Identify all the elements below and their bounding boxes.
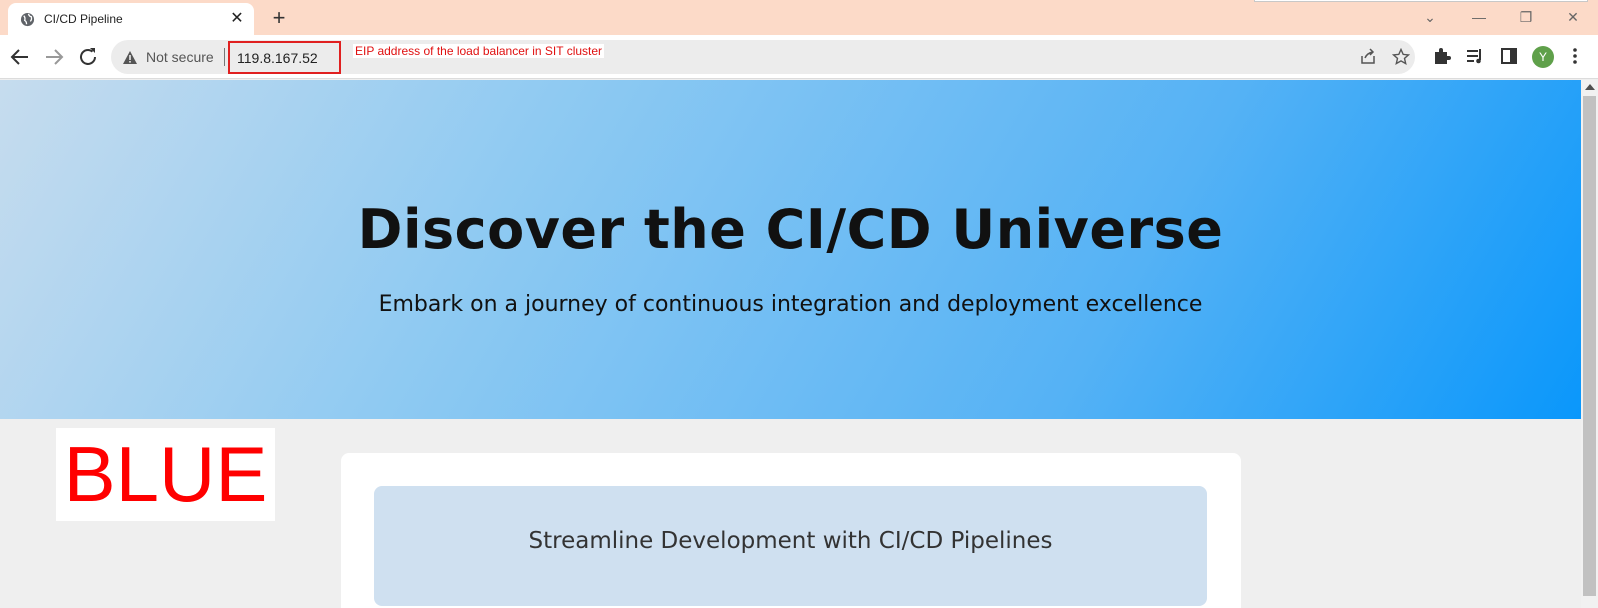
share-icon[interactable] — [1359, 48, 1377, 66]
tab-close-icon[interactable]: ✕ — [228, 10, 246, 28]
vertical-scrollbar[interactable] — [1581, 80, 1598, 608]
content-card: Streamline Development with CI/CD Pipeli… — [341, 453, 1241, 608]
url-annotation: EIP address of the load balancer in SIT … — [353, 44, 605, 58]
profile-avatar[interactable]: Y — [1532, 46, 1554, 68]
media-queue-icon[interactable] — [1465, 46, 1485, 66]
browser-tab[interactable]: CI/CD Pipeline ✕ — [8, 3, 254, 35]
url-text[interactable]: 119.8.167.52 — [237, 50, 318, 66]
globe-icon — [20, 12, 35, 27]
card-title: Streamline Development with CI/CD Pipeli… — [528, 528, 1053, 554]
bookmark-star-icon[interactable] — [1392, 48, 1410, 66]
hero-subtitle: Embark on a journey of continuous integr… — [378, 292, 1203, 317]
address-bar[interactable]: Not secure 119.8.167.52 EIP address of t… — [111, 40, 1415, 74]
new-tab-button[interactable]: + — [266, 6, 292, 32]
tab-search-button[interactable]: ⌄ — [1407, 4, 1453, 30]
url-highlight-box[interactable]: 119.8.167.52 — [228, 41, 341, 74]
restore-button[interactable]: ❐ — [1503, 4, 1549, 30]
kebab-menu-icon[interactable] — [1565, 46, 1585, 66]
tab-strip: CI/CD Pipeline ✕ + ⌄ — ❐ ✕ — [0, 0, 1598, 35]
version-label: BLUE — [56, 428, 275, 521]
warning-icon — [123, 51, 137, 64]
hero-title: Discover the CI/CD Universe — [357, 198, 1224, 261]
tab-title: CI/CD Pipeline — [44, 12, 123, 26]
side-panel-icon[interactable] — [1499, 46, 1519, 66]
hero-banner: Discover the CI/CD Universe Embark on a … — [0, 80, 1581, 419]
page-viewport: Discover the CI/CD Universe Embark on a … — [0, 80, 1581, 608]
forward-arrow-icon[interactable] — [42, 45, 66, 69]
minimize-button[interactable]: — — [1456, 4, 1502, 30]
security-status[interactable]: Not secure — [146, 49, 214, 65]
browser-toolbar: Not secure 119.8.167.52 EIP address of t… — [0, 35, 1598, 79]
extensions-puzzle-icon[interactable] — [1432, 46, 1452, 66]
omnibox-separator — [224, 48, 225, 66]
popup-edge — [1254, 0, 1588, 2]
card-header: Streamline Development with CI/CD Pipeli… — [374, 486, 1207, 606]
reload-icon[interactable] — [76, 45, 100, 69]
browser-window: CI/CD Pipeline ✕ + ⌄ — ❐ ✕ Not secure 11… — [0, 0, 1598, 608]
back-arrow-icon[interactable] — [8, 45, 32, 69]
scroll-thumb[interactable] — [1583, 96, 1596, 596]
close-window-button[interactable]: ✕ — [1550, 4, 1596, 30]
scroll-up-arrow-icon[interactable] — [1585, 84, 1595, 90]
